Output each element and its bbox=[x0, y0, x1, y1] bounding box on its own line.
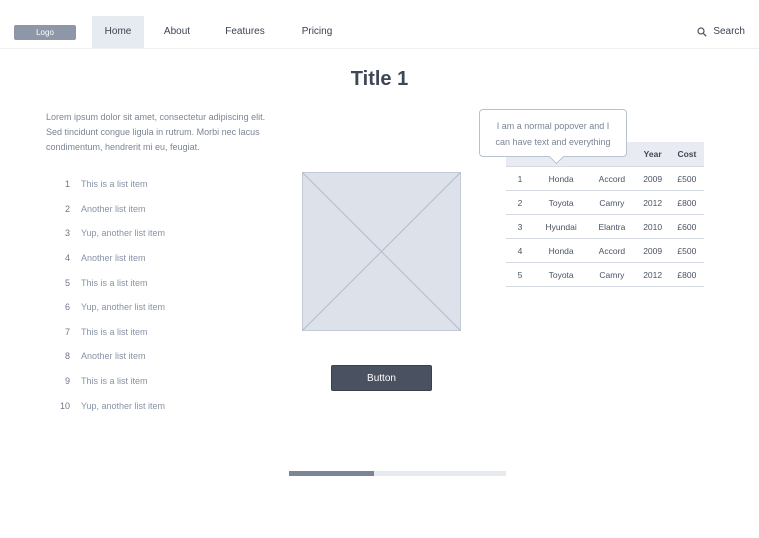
nav-item-about[interactable]: About bbox=[152, 16, 202, 48]
search-label: Search bbox=[713, 26, 745, 37]
list-item: 5 This is a list item bbox=[46, 270, 165, 295]
table-row[interactable]: 5 Toyota Camry 2012 £800 bbox=[506, 262, 704, 287]
image-placeholder-icon bbox=[302, 172, 461, 331]
table-cell: Accord bbox=[588, 238, 636, 263]
table-row[interactable]: 2 Toyota Camry 2012 £800 bbox=[506, 190, 704, 215]
table-cell: Accord bbox=[588, 166, 636, 191]
list-text: Yup, another list item bbox=[81, 302, 166, 313]
table-cell: Hyundai bbox=[534, 214, 589, 239]
table-cell: 4 bbox=[506, 238, 534, 263]
list-text: This is a list item bbox=[81, 277, 148, 288]
progress-bar bbox=[289, 471, 506, 476]
search-icon bbox=[697, 27, 707, 37]
intro-paragraph: Lorem ipsum dolor sit amet, consectetur … bbox=[46, 112, 266, 152]
list-item: 7 This is a list item bbox=[46, 320, 165, 345]
table-cell: Elantra bbox=[588, 214, 636, 239]
table-cell: 1 bbox=[506, 166, 534, 191]
table-cell: £500 bbox=[669, 166, 704, 191]
table-cell: 2010 bbox=[635, 214, 670, 239]
list-text: Yup, another list item bbox=[81, 400, 166, 411]
list-item: 1 This is a list item bbox=[46, 172, 165, 197]
table-row[interactable]: 3 Hyundai Elantra 2010 £600 bbox=[506, 214, 704, 239]
table-cell: £800 bbox=[669, 262, 704, 287]
table-cell: £600 bbox=[669, 214, 704, 239]
list-item: 2 Another list item bbox=[46, 197, 165, 222]
list-item: 8 Another list item bbox=[46, 344, 165, 369]
popover-line-1: I am a normal popover and I bbox=[496, 121, 610, 131]
table-cell: Camry bbox=[588, 190, 636, 215]
primary-button[interactable]: Button bbox=[331, 365, 432, 391]
list-item: 6 Yup, another list item bbox=[46, 295, 165, 320]
table-cell: Camry bbox=[588, 262, 636, 287]
nav-item-features[interactable]: Features bbox=[216, 16, 274, 48]
table-cell: Toyota bbox=[534, 262, 589, 287]
list-text: This is a list item bbox=[81, 326, 148, 337]
progress-fill bbox=[289, 471, 374, 476]
list-number: 9 bbox=[64, 376, 70, 387]
list-number: 1 bbox=[64, 179, 70, 190]
list-text: This is a list item bbox=[81, 376, 148, 387]
table-cell: Toyota bbox=[534, 190, 589, 215]
list-text: Another list item bbox=[81, 351, 146, 362]
list-item: 10 Yup, another list item bbox=[46, 393, 165, 418]
list-text: Yup, another list item bbox=[81, 228, 166, 239]
list-number: 3 bbox=[64, 228, 70, 239]
list-text: This is a list item bbox=[81, 179, 148, 190]
table-cell: 2 bbox=[506, 190, 534, 215]
table-cell: Honda bbox=[534, 166, 589, 191]
column-header[interactable]: Cost bbox=[669, 142, 704, 167]
list-number: 2 bbox=[64, 203, 70, 214]
list-item: 3 Yup, another list item bbox=[46, 221, 165, 246]
popover: I am a normal popover and I can have tex… bbox=[479, 109, 627, 165]
list-number: 6 bbox=[64, 302, 70, 313]
table-cell: 2012 bbox=[635, 190, 670, 215]
table-cell: 2009 bbox=[635, 238, 670, 263]
top-navbar: Logo Home About Features Pricing Search bbox=[0, 0, 759, 49]
table-cell: 2009 bbox=[635, 166, 670, 191]
list-item: 4 Another list item bbox=[46, 246, 165, 271]
list-number: 5 bbox=[64, 277, 70, 288]
list-number: 8 bbox=[64, 351, 70, 362]
table-cell: Honda bbox=[534, 238, 589, 263]
numbered-list: 1 This is a list item 2 Another list item … bbox=[46, 172, 165, 418]
list-number: 7 bbox=[64, 326, 70, 337]
table-row[interactable]: 1 Honda Accord 2009 £500 bbox=[506, 166, 704, 191]
list-item: 9 This is a list item bbox=[46, 369, 165, 394]
list-text: Another list item bbox=[81, 253, 146, 264]
popover-line-2: can have text and everything bbox=[495, 137, 611, 147]
column-header[interactable]: Year bbox=[635, 142, 670, 167]
data-table: Year Cost 1 Honda Accord 2009 £500 2 Toy… bbox=[506, 142, 704, 287]
table-row[interactable]: 4 Honda Accord 2009 £500 bbox=[506, 238, 704, 263]
list-text: Another list item bbox=[81, 203, 146, 214]
table-cell: 2012 bbox=[635, 262, 670, 287]
list-number: 10 bbox=[59, 400, 70, 411]
logo[interactable]: Logo bbox=[14, 25, 76, 40]
search-button[interactable]: Search bbox=[697, 16, 745, 48]
table-cell: £800 bbox=[669, 190, 704, 215]
list-number: 4 bbox=[64, 253, 70, 264]
nav-item-home[interactable]: Home bbox=[92, 16, 144, 48]
table-cell: £500 bbox=[669, 238, 704, 263]
table-cell: 3 bbox=[506, 214, 534, 239]
nav-item-pricing[interactable]: Pricing bbox=[290, 16, 344, 48]
page-title: Title 1 bbox=[350, 68, 409, 90]
table-cell: 5 bbox=[506, 262, 534, 287]
